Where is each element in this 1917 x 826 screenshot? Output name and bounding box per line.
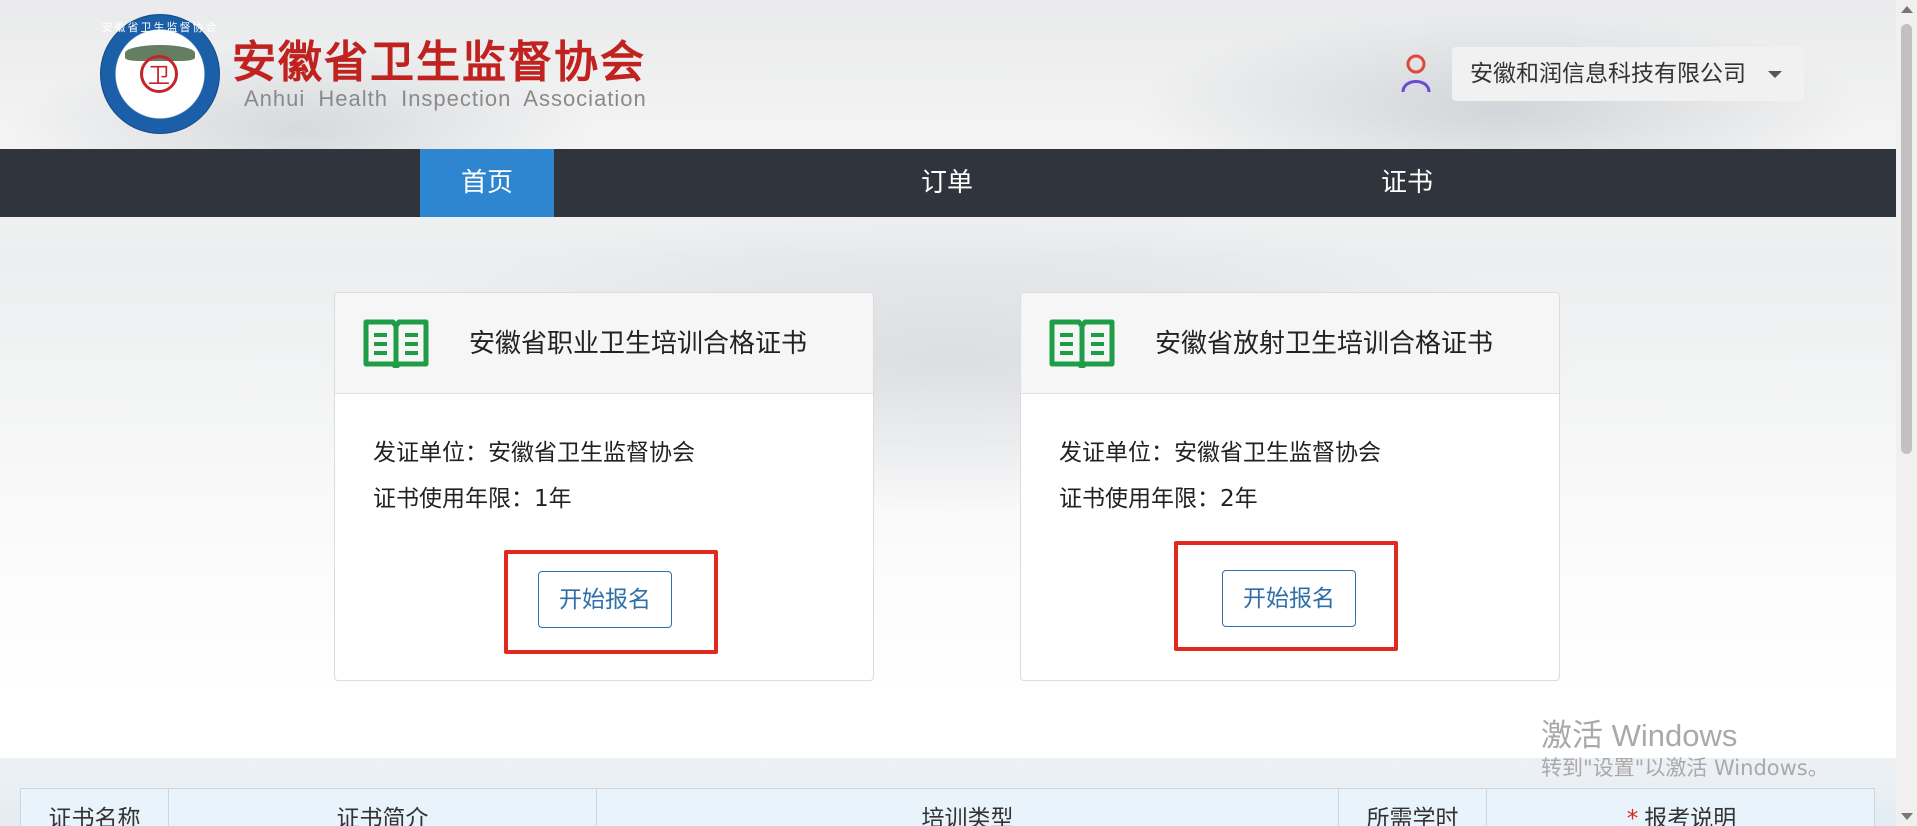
nav-item-home[interactable]: 首页 (420, 149, 554, 217)
required-mark: * (1626, 806, 1639, 826)
col-exam-notes-label: 报考说明 (1644, 806, 1737, 826)
issuer-line: 发证单位：安徽省卫生监督协会 (373, 433, 695, 467)
validity-value: 2年 (1220, 486, 1258, 512)
main-nav: 首页 订单 证书 (0, 149, 1896, 217)
company-dropdown[interactable]: 安徽和润信息科技有限公司 (1452, 47, 1804, 101)
start-enroll-button[interactable]: 开始报名 (1222, 570, 1356, 627)
issuer-line: 发证单位：安徽省卫生监督协会 (1059, 433, 1381, 467)
validity-label: 证书使用年限： (373, 486, 534, 512)
card-header: 安徽省职业卫生培训合格证书 (335, 293, 873, 394)
col-training-type: 培训类型 (597, 789, 1339, 826)
col-certificate-intro: 证书简介 (169, 789, 597, 826)
book-icon (1049, 319, 1115, 368)
site-title: 安徽省卫生监督协会 (232, 37, 646, 88)
col-certificate-name: 证书名称 (21, 789, 169, 826)
card-header: 安徽省放射卫生培训合格证书 (1021, 293, 1559, 394)
issuer-value: 安徽省卫生监督协会 (1174, 440, 1381, 466)
caret-down-icon (1768, 71, 1782, 78)
book-icon (363, 319, 429, 368)
scroll-thumb[interactable] (1901, 24, 1912, 454)
page: 安徽省卫生监督协会 卫 安徽省卫生监督协会 Anhui Health Inspe… (0, 0, 1896, 826)
logo-ring-text: 安徽省卫生监督协会 (101, 21, 219, 34)
card-title: 安徽省职业卫生培训合格证书 (469, 329, 808, 359)
col-exam-notes: * 报考说明 (1487, 789, 1876, 826)
company-name: 安徽和润信息科技有限公司 (1470, 61, 1746, 87)
nav-item-orders[interactable]: 订单 (880, 149, 1014, 217)
windows-activation-hint: 转到"设置"以激活 Windows。 (1541, 756, 1829, 780)
validity-line: 证书使用年限：2年 (1059, 479, 1258, 513)
site-subtitle: Anhui Health Inspection Association (244, 86, 647, 111)
col-required-hours: 所需学时 (1339, 789, 1487, 826)
header: 安徽省卫生监督协会 卫 安徽省卫生监督协会 Anhui Health Inspe… (0, 0, 1896, 149)
windows-activation-title: 激活 Windows (1541, 718, 1738, 753)
card-title: 安徽省放射卫生培训合格证书 (1155, 329, 1494, 359)
vertical-scrollbar[interactable] (1896, 0, 1917, 826)
issuer-label: 发证单位： (1059, 440, 1174, 466)
validity-value: 1年 (534, 486, 572, 512)
validity-label: 证书使用年限： (1059, 486, 1220, 512)
validity-line: 证书使用年限：1年 (373, 479, 572, 513)
association-logo[interactable]: 安徽省卫生监督协会 卫 (100, 14, 220, 134)
issuer-label: 发证单位： (373, 440, 488, 466)
start-enroll-button[interactable]: 开始报名 (538, 571, 672, 628)
nav-item-certificates[interactable]: 证书 (1340, 149, 1474, 217)
certificate-card-occupational: 安徽省职业卫生培训合格证书 发证单位：安徽省卫生监督协会 证书使用年限：1年 开… (334, 292, 874, 681)
table-header-row: 证书名称 证书简介 培训类型 所需学时 * 报考说明 (20, 788, 1875, 826)
logo-emblem: 卫 (140, 55, 178, 93)
scroll-up-arrow-icon[interactable] (1901, 6, 1913, 13)
certificate-card-radiation: 安徽省放射卫生培训合格证书 发证单位：安徽省卫生监督协会 证书使用年限：2年 开… (1020, 292, 1560, 681)
scroll-down-arrow-icon[interactable] (1901, 813, 1913, 820)
user-icon[interactable] (1400, 54, 1432, 94)
issuer-value: 安徽省卫生监督协会 (488, 440, 695, 466)
